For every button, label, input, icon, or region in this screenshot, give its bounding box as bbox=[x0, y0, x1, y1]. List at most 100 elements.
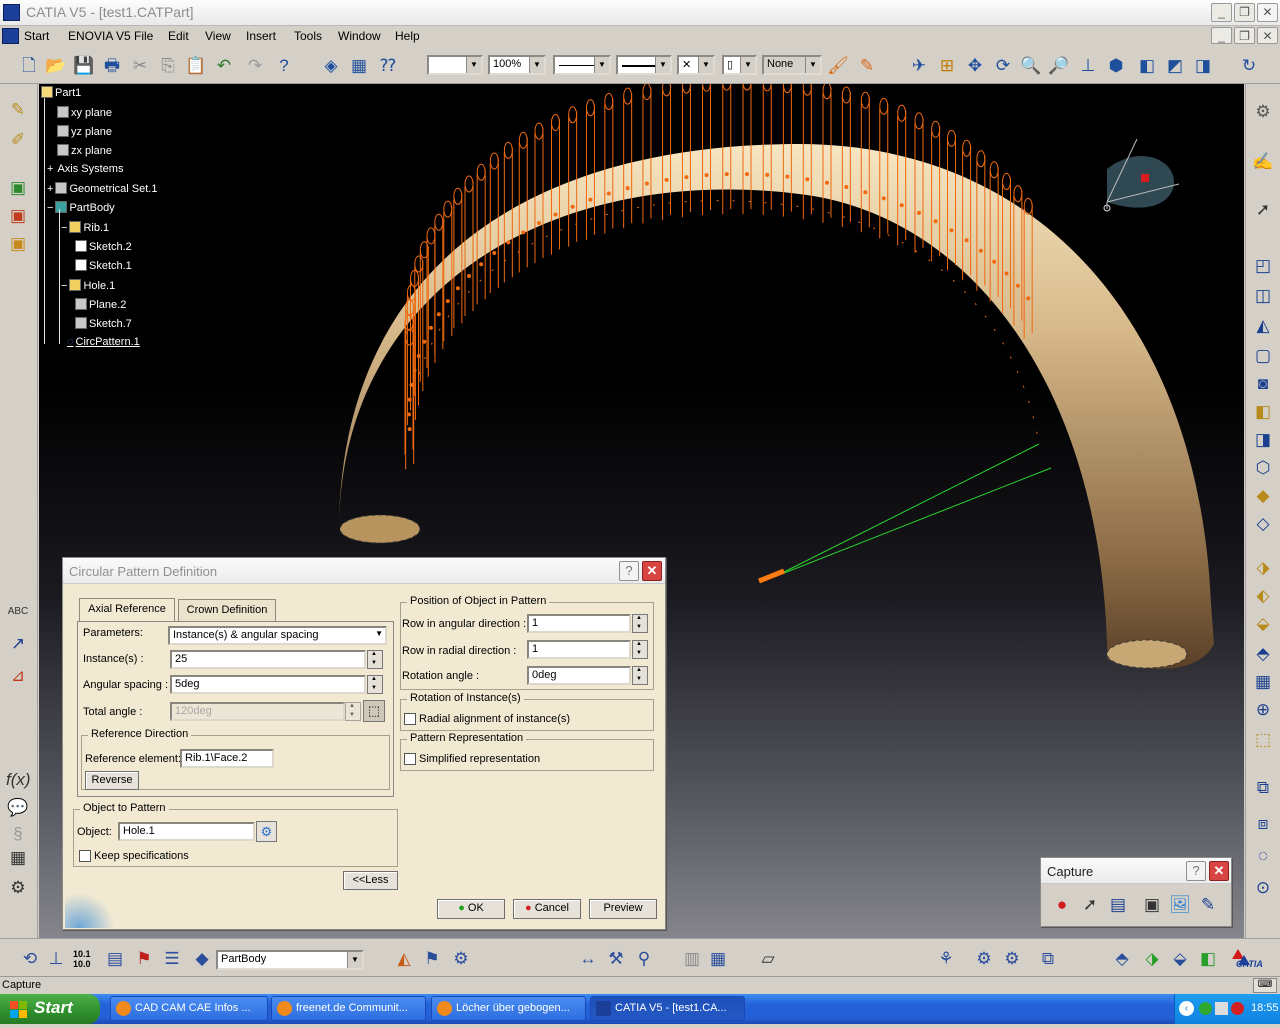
collapse-icon[interactable]: − bbox=[61, 280, 67, 292]
measure-inertia-icon[interactable]: ⚲ bbox=[632, 947, 656, 971]
grid-icon[interactable]: ▦ bbox=[706, 947, 730, 971]
whats-this-icon[interactable]: ? bbox=[273, 55, 295, 77]
insert-ordered-icon[interactable]: ⚙ bbox=[449, 947, 473, 971]
copy-icon[interactable]: ⎘ bbox=[157, 55, 179, 77]
boolean-icon[interactable]: ⧉ bbox=[1251, 776, 1275, 800]
menu-start[interactable]: Start bbox=[24, 29, 49, 43]
remove-face-icon[interactable]: ◨ bbox=[1251, 428, 1275, 452]
tree-node-hole[interactable]: − Hole.1 bbox=[61, 279, 115, 292]
reverse-button[interactable]: Reverse bbox=[85, 771, 139, 790]
capture-close-button[interactable]: ✕ bbox=[1209, 861, 1229, 881]
update-icon[interactable]: ↻ bbox=[1238, 55, 1260, 77]
tab-axial-reference[interactable]: Axial Reference bbox=[79, 598, 175, 622]
cancel-button[interactable]: ● Cancel bbox=[513, 899, 581, 919]
tree-node-rib[interactable]: − Rib.1 bbox=[61, 221, 109, 234]
multi-view-icon[interactable]: ▦ bbox=[348, 55, 370, 77]
surface-icon[interactable]: ▱ bbox=[756, 947, 780, 971]
expand-icon[interactable]: + bbox=[47, 183, 53, 195]
instances-spinner[interactable] bbox=[367, 650, 383, 669]
task-freenet[interactable]: freenet.de Communit... bbox=[271, 996, 426, 1021]
menu-file[interactable]: File bbox=[134, 29, 153, 43]
radial-alignment-checkbox[interactable] bbox=[404, 713, 416, 725]
pan-icon[interactable]: ✥ bbox=[964, 55, 986, 77]
translation-icon[interactable]: ⬗ bbox=[1251, 556, 1275, 580]
image-icon[interactable]: 🖼 bbox=[1168, 893, 1192, 917]
record-icon[interactable]: ● bbox=[1050, 893, 1074, 917]
redo-icon[interactable]: ↷ bbox=[244, 55, 266, 77]
task-loecher[interactable]: Löcher über gebogen... bbox=[431, 996, 586, 1021]
painter-icon[interactable]: 🖌 bbox=[827, 55, 849, 77]
draft-icon[interactable]: ◭ bbox=[1251, 314, 1275, 338]
design-table-icon[interactable]: ▦ bbox=[6, 846, 30, 870]
zoom-in-icon[interactable]: 🔍 bbox=[1020, 55, 1042, 77]
rotation-icon[interactable]: ⬖ bbox=[1251, 584, 1275, 608]
linetype-combo[interactable]: ▼ bbox=[553, 55, 611, 75]
object-selector-icon[interactable]: ⚙ bbox=[256, 821, 277, 842]
undo-icon[interactable]: ↶ bbox=[213, 55, 235, 77]
plane-system-icon[interactable]: ▥ bbox=[680, 947, 704, 971]
annotation-icon[interactable]: ↗ bbox=[6, 632, 30, 656]
anchor-icon[interactable]: ⊙ bbox=[1251, 876, 1275, 900]
fit-all-icon[interactable]: ⊞ bbox=[936, 55, 958, 77]
fill-color-combo[interactable]: ▼ bbox=[427, 55, 483, 75]
rotate-icon[interactable]: ⟳ bbox=[992, 55, 1014, 77]
angular-spacing-field[interactable]: 5deg bbox=[170, 675, 366, 694]
preview-button[interactable]: Preview bbox=[589, 899, 657, 919]
tree-node-part1[interactable]: Part1 bbox=[41, 86, 81, 99]
close-surface-icon[interactable]: ◇ bbox=[1251, 512, 1275, 536]
parameters-select[interactable]: Instance(s) & angular spacing ▼ bbox=[168, 626, 387, 645]
document-icon[interactable] bbox=[2, 28, 19, 44]
comment-icon[interactable]: 💬 bbox=[6, 796, 30, 820]
save-icon[interactable]: 💾 bbox=[73, 55, 95, 77]
circ-pattern-icon[interactable]: ⊕ bbox=[1251, 698, 1275, 722]
split-icon[interactable]: ⬡ bbox=[1251, 456, 1275, 480]
sketcher-icon[interactable]: ✍ bbox=[1251, 150, 1275, 174]
formula-icon[interactable]: f(x) bbox=[6, 768, 31, 792]
shading-icon[interactable]: ◧ bbox=[1136, 55, 1158, 77]
tab-crown-definition[interactable]: Crown Definition bbox=[178, 599, 276, 621]
measure-icon[interactable]: ⊿ bbox=[6, 664, 30, 688]
keep-specifications-checkbox[interactable] bbox=[79, 850, 91, 862]
shaft-icon[interactable]: ▣ bbox=[6, 232, 30, 256]
axis-system-icon[interactable]: ⊥ bbox=[44, 947, 68, 971]
edge-fillet-icon[interactable]: ◰ bbox=[1251, 254, 1275, 278]
environment-icon[interactable]: ◧ bbox=[1196, 947, 1220, 971]
catalog-browser-icon[interactable]: ⚙ bbox=[972, 947, 996, 971]
less-button[interactable]: <<Less bbox=[343, 871, 398, 890]
angle-selector-icon[interactable]: ⬚ bbox=[363, 700, 385, 722]
mirror-icon[interactable]: ⬘ bbox=[1251, 642, 1275, 666]
layer-combo[interactable]: None ▼ bbox=[762, 55, 822, 75]
dialog-title-bar[interactable]: Circular Pattern Definition ? ✕ bbox=[63, 558, 665, 584]
new-icon[interactable]: 🗋 bbox=[18, 55, 40, 77]
rect-pattern-icon[interactable]: ▦ bbox=[1251, 670, 1275, 694]
menu-help[interactable]: Help bbox=[395, 29, 420, 43]
symmetry-icon[interactable]: ⬙ bbox=[1251, 612, 1275, 636]
tree-node-zx-plane[interactable]: zx plane bbox=[57, 144, 112, 157]
ok-button[interactable]: ● OK bbox=[437, 899, 505, 919]
grid-snap-icon[interactable]: 10.1 10.0 bbox=[73, 949, 91, 969]
zoom-out-icon[interactable]: 🔎 bbox=[1048, 55, 1070, 77]
tree-node-sketch1[interactable]: Sketch.1 bbox=[75, 259, 132, 272]
measure-item-icon[interactable]: ⚒ bbox=[604, 947, 628, 971]
print-icon[interactable]: 🖶 bbox=[101, 55, 123, 77]
scaling-icon[interactable]: ⬚ bbox=[1251, 728, 1275, 752]
select-arrow-icon[interactable]: ➚ bbox=[1251, 198, 1275, 222]
insert-body-icon[interactable]: ◭ bbox=[392, 947, 416, 971]
menu-window[interactable]: Window bbox=[338, 29, 381, 43]
tray-security-icon[interactable] bbox=[1231, 1002, 1244, 1015]
body-combo[interactable]: PartBody ▼ bbox=[216, 950, 364, 970]
shell-icon[interactable]: ▢ bbox=[1251, 344, 1275, 368]
capture-help-button[interactable]: ? bbox=[1186, 861, 1206, 881]
catalog-icon[interactable]: ⚘ bbox=[934, 947, 958, 971]
task-cadcam[interactable]: CAD CAM CAE Infos ... bbox=[110, 996, 268, 1021]
reference-element-field[interactable]: Rib.1\Face.2 bbox=[180, 749, 274, 768]
list-icon[interactable]: ☰ bbox=[160, 947, 184, 971]
hide-show-icon[interactable]: ◩ bbox=[1164, 55, 1186, 77]
constraint-icon[interactable]: ⚑ bbox=[132, 947, 156, 971]
normal-view-icon[interactable]: ⊥ bbox=[1077, 55, 1099, 77]
positioned-sketch-icon[interactable]: ✐ bbox=[6, 128, 30, 152]
scene-icon[interactable]: ⬗ bbox=[1140, 947, 1164, 971]
cut-icon[interactable]: ✂ bbox=[129, 55, 151, 77]
settings-gear-icon[interactable]: ⚙ bbox=[1251, 100, 1275, 124]
sketcher-view-icon[interactable]: ◈ bbox=[320, 55, 342, 77]
